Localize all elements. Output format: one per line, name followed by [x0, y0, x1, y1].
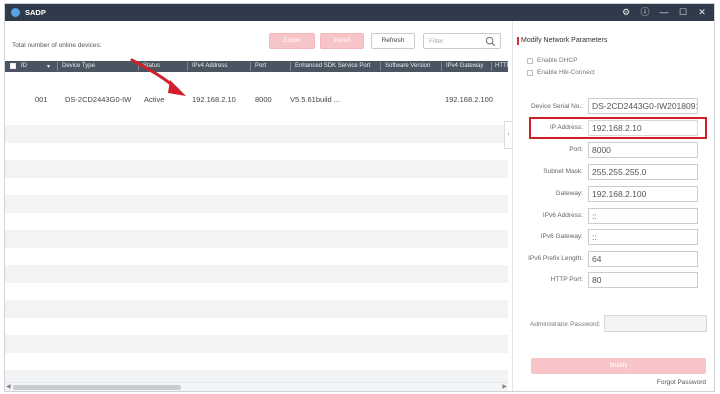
subnet-mask-label: Subnet Mask: [543, 168, 583, 175]
table-row[interactable]: 001 DS-2CD2443G0-IW Active 192.168.2.10 … [5, 90, 508, 108]
panel-title: Modify Network Parameters [521, 37, 608, 44]
window-title: SADP [25, 8, 46, 17]
settings-gear-icon[interactable]: ⚙ [620, 6, 632, 18]
column-header-gateway[interactable]: IPv4 Gateway [446, 63, 483, 69]
column-header-http[interactable]: HTTP [495, 63, 511, 69]
serial-field[interactable]: DS-2CD2443G0-IW20180916 [588, 98, 698, 114]
export-button[interactable]: Export [269, 33, 315, 49]
ipv6-prefix-label: IPv6 Prefix Length: [528, 255, 583, 262]
modify-button[interactable]: Modify [531, 358, 706, 374]
cell-device-type: DS-2CD2443G0-IW [65, 95, 132, 104]
forgot-password-link[interactable]: Forgot Password [657, 379, 706, 386]
enable-dhcp-label: Enable DHCP [537, 57, 578, 64]
admin-password-label: Administrator Password: [530, 321, 601, 328]
scroll-left-icon[interactable]: ◀ [6, 383, 11, 392]
gateway-label: Gateway: [555, 190, 583, 197]
ip-address-label: IP Address: [549, 124, 583, 131]
horizontal-scrollbar[interactable]: ◀ ▶ [5, 382, 508, 391]
port-label: Port: [569, 146, 583, 153]
cell-id: 001 [35, 95, 48, 104]
enable-hik-connect-label: Enable Hik-Connect [537, 69, 595, 76]
column-header-port[interactable]: Port [255, 63, 266, 69]
filter-input[interactable]: Filter [423, 33, 501, 49]
column-header-id[interactable]: ID [21, 63, 27, 69]
empty-row [5, 230, 508, 248]
column-header-device-type[interactable]: Device Type [62, 63, 95, 69]
scroll-right-icon[interactable]: ▶ [502, 383, 507, 392]
cell-software: V5.5.61build ... [290, 95, 341, 104]
serial-label: Device Serial No.: [530, 103, 583, 110]
empty-row [5, 195, 508, 213]
enable-dhcp-checkbox[interactable] [527, 57, 533, 64]
enable-hik-connect-option[interactable]: Enable Hik-Connect [527, 69, 595, 76]
device-list-area: Total number of online devices: Export I… [5, 21, 511, 391]
column-header-ipv4[interactable]: IPv4 Address [192, 63, 227, 69]
total-devices-label: Total number of online devices: [12, 42, 102, 49]
empty-row [5, 265, 508, 283]
gateway-field[interactable]: 192.168.2.100 [588, 186, 698, 202]
ipv6-gateway-label: IPv6 Gateway: [540, 233, 583, 240]
cell-gateway: 192.168.2.100 [445, 95, 493, 104]
close-icon[interactable]: ✕ [696, 6, 708, 18]
select-all-checkbox[interactable] [10, 63, 16, 69]
scrollbar-thumb[interactable] [13, 385, 181, 390]
title-bar: SADP ⚙ ⓘ — ☐ ✕ [5, 4, 714, 21]
search-icon[interactable] [485, 36, 496, 47]
minimize-icon[interactable]: — [658, 6, 670, 18]
sort-icon[interactable]: ▾ [47, 63, 50, 70]
http-port-field[interactable]: 80 [588, 272, 698, 288]
column-header-status[interactable]: Status [143, 63, 160, 69]
refresh-button[interactable]: Refresh [371, 33, 415, 49]
empty-row [5, 300, 508, 318]
cell-status: Active [144, 95, 165, 104]
import-button[interactable]: Import [320, 33, 364, 49]
column-header-software[interactable]: Software Version [385, 63, 430, 69]
info-icon[interactable]: ⓘ [639, 6, 651, 18]
ip-address-field[interactable]: 192.168.2.10 [588, 120, 698, 136]
empty-row [5, 160, 508, 178]
empty-row [5, 335, 508, 353]
enable-dhcp-option[interactable]: Enable DHCP [527, 57, 577, 64]
filter-placeholder: Filter [429, 38, 444, 45]
window-controls: ⚙ ⓘ — ☐ ✕ [620, 6, 708, 18]
panel-title-marker [517, 37, 519, 45]
port-field[interactable]: 8000 [588, 142, 698, 158]
empty-row [5, 125, 508, 143]
modify-network-panel: Modify Network Parameters Enable DHCP En… [513, 21, 716, 391]
http-port-label: HTTP Port: [550, 276, 583, 283]
maximize-icon[interactable]: ☐ [677, 6, 689, 18]
cell-ipv4: 192.168.2.10 [192, 95, 236, 104]
enable-hik-connect-checkbox[interactable] [527, 69, 533, 76]
app-logo-icon [11, 8, 20, 17]
table-header: ID ▾ Device Type Status IPv4 Address Por… [5, 61, 511, 72]
ipv6-prefix-field[interactable]: 64 [588, 251, 698, 267]
column-header-sdk-port[interactable]: Enhanced SDK Service Port [295, 63, 370, 69]
ipv6-gateway-field[interactable]: :: [588, 229, 698, 245]
admin-password-field[interactable] [604, 315, 707, 332]
subnet-mask-field[interactable]: 255.255.255.0 [588, 164, 698, 180]
ipv6-address-field[interactable]: :: [588, 208, 698, 224]
ipv6-address-label: IPv6 Address: [542, 212, 583, 219]
sadp-window: SADP ⚙ ⓘ — ☐ ✕ Total number of online de… [4, 3, 715, 392]
cell-port: 8000 [255, 95, 272, 104]
device-table-body: 001 DS-2CD2443G0-IW Active 192.168.2.10 … [5, 72, 508, 388]
